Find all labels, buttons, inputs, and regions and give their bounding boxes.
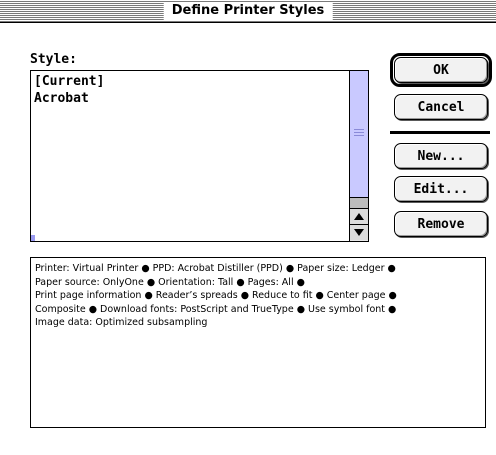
new-button[interactable]: New... xyxy=(394,143,488,169)
scroll-grip-icon[interactable] xyxy=(354,129,364,138)
edit-button[interactable]: Edit... xyxy=(394,176,488,202)
style-description: Printer: Virtual Printer ● PPD: Acrobat … xyxy=(30,257,486,428)
style-label: Style: xyxy=(30,52,77,67)
description-line: Printer: Virtual Printer ● PPD: Acrobat … xyxy=(35,263,396,274)
description-line: Composite ● Download fonts: PostScript a… xyxy=(35,303,397,315)
button-divider xyxy=(390,131,490,134)
scroll-box[interactable] xyxy=(350,197,368,208)
description-line: Print page information ● Reader’s spread… xyxy=(35,290,397,301)
style-list[interactable]: [Current] Acrobat xyxy=(30,70,369,242)
description-line: Image data: Optimized subsampling xyxy=(35,317,208,328)
scroll-up-arrow-icon[interactable] xyxy=(350,208,368,224)
ok-button[interactable]: OK xyxy=(394,57,488,83)
remove-button[interactable]: Remove xyxy=(394,211,488,237)
define-printer-styles-dialog: Define Printer Styles Style: [Current] A… xyxy=(0,0,496,455)
description-line: Paper source: OnlyOne ● Orientation: Tal… xyxy=(35,276,305,288)
scroll-track[interactable] xyxy=(350,71,368,197)
window-title: Define Printer Styles xyxy=(163,2,333,20)
title-bar[interactable]: Define Printer Styles xyxy=(0,0,496,23)
list-item[interactable]: [Current] xyxy=(34,73,104,90)
list-corner-mark xyxy=(31,235,35,241)
cancel-button[interactable]: Cancel xyxy=(394,94,488,120)
list-item[interactable]: Acrobat xyxy=(34,90,104,107)
vertical-scrollbar[interactable] xyxy=(349,71,368,241)
scroll-down-arrow-icon[interactable] xyxy=(350,224,368,240)
